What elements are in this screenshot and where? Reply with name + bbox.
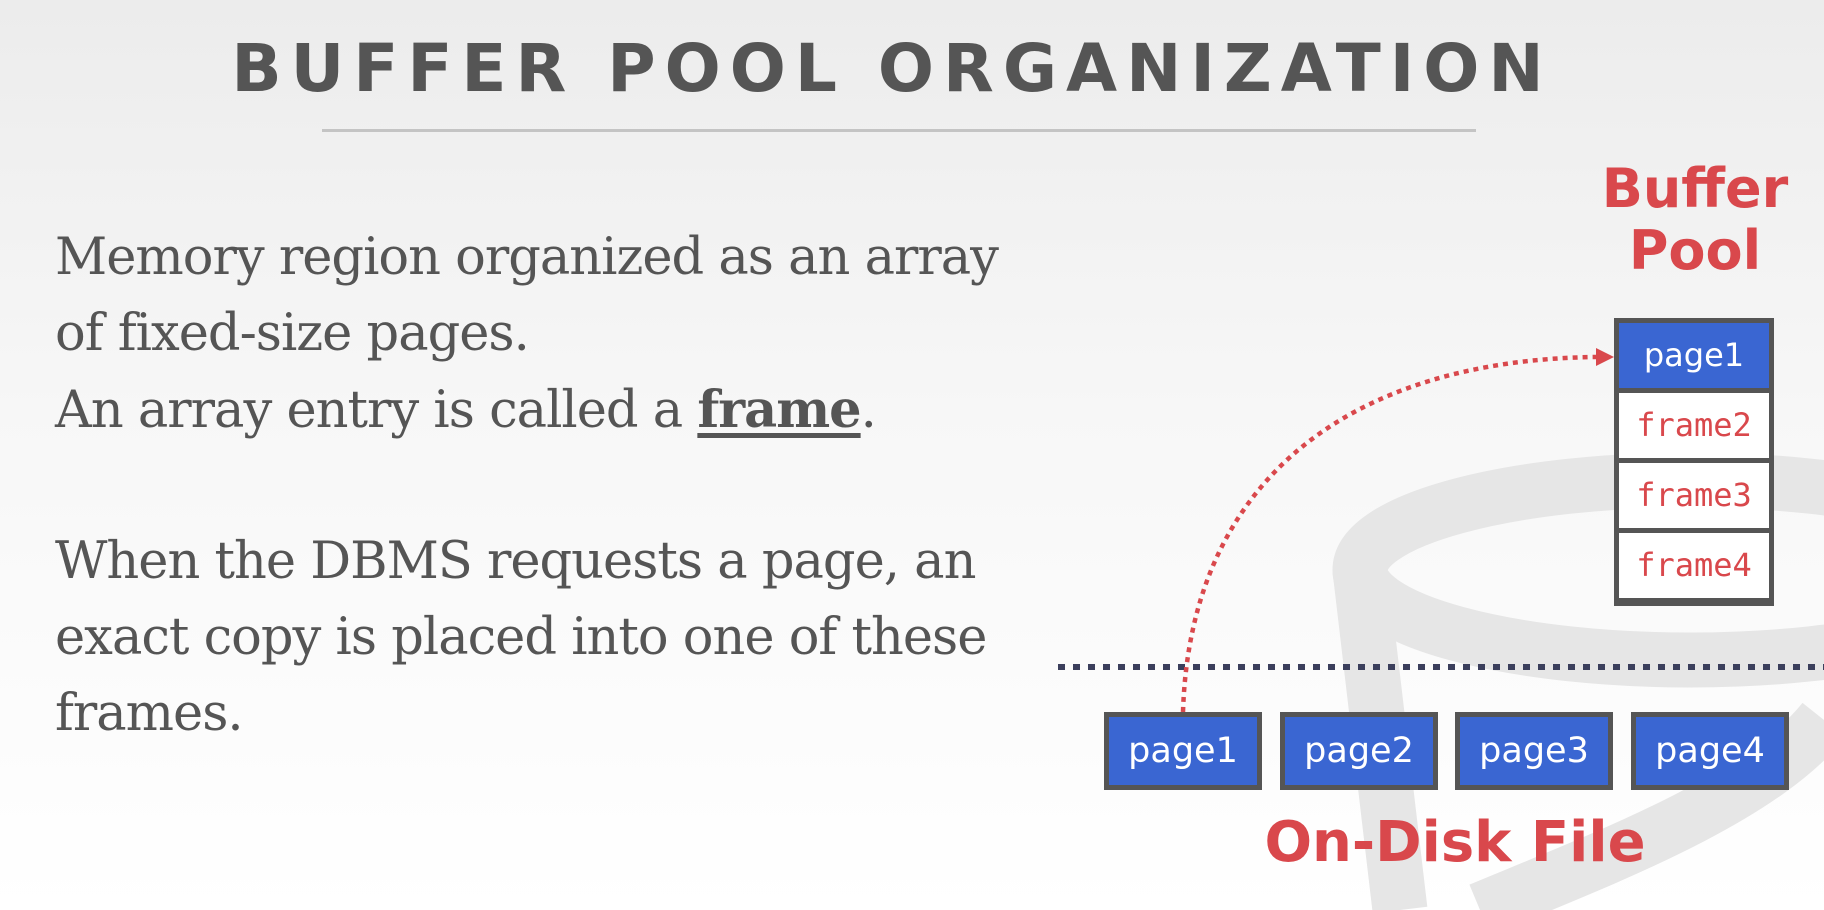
page-load-arrow <box>1180 354 1597 713</box>
disk-page-label: page4 <box>1636 717 1784 785</box>
disk-page: page2 <box>1280 712 1438 790</box>
disk-page-label: page2 <box>1285 717 1433 785</box>
disk-page: page3 <box>1455 712 1613 790</box>
disk-page: page4 <box>1631 712 1789 790</box>
on-disk-file-label: On-Disk File <box>1264 810 1646 875</box>
disk-page-label: page3 <box>1460 717 1608 785</box>
arrow-head-icon <box>1596 348 1614 366</box>
slide: BUFFER POOL ORGANIZATION Memory region o… <box>0 0 1824 910</box>
disk-page-label: page1 <box>1109 717 1257 785</box>
disk-page: page1 <box>1104 712 1262 790</box>
